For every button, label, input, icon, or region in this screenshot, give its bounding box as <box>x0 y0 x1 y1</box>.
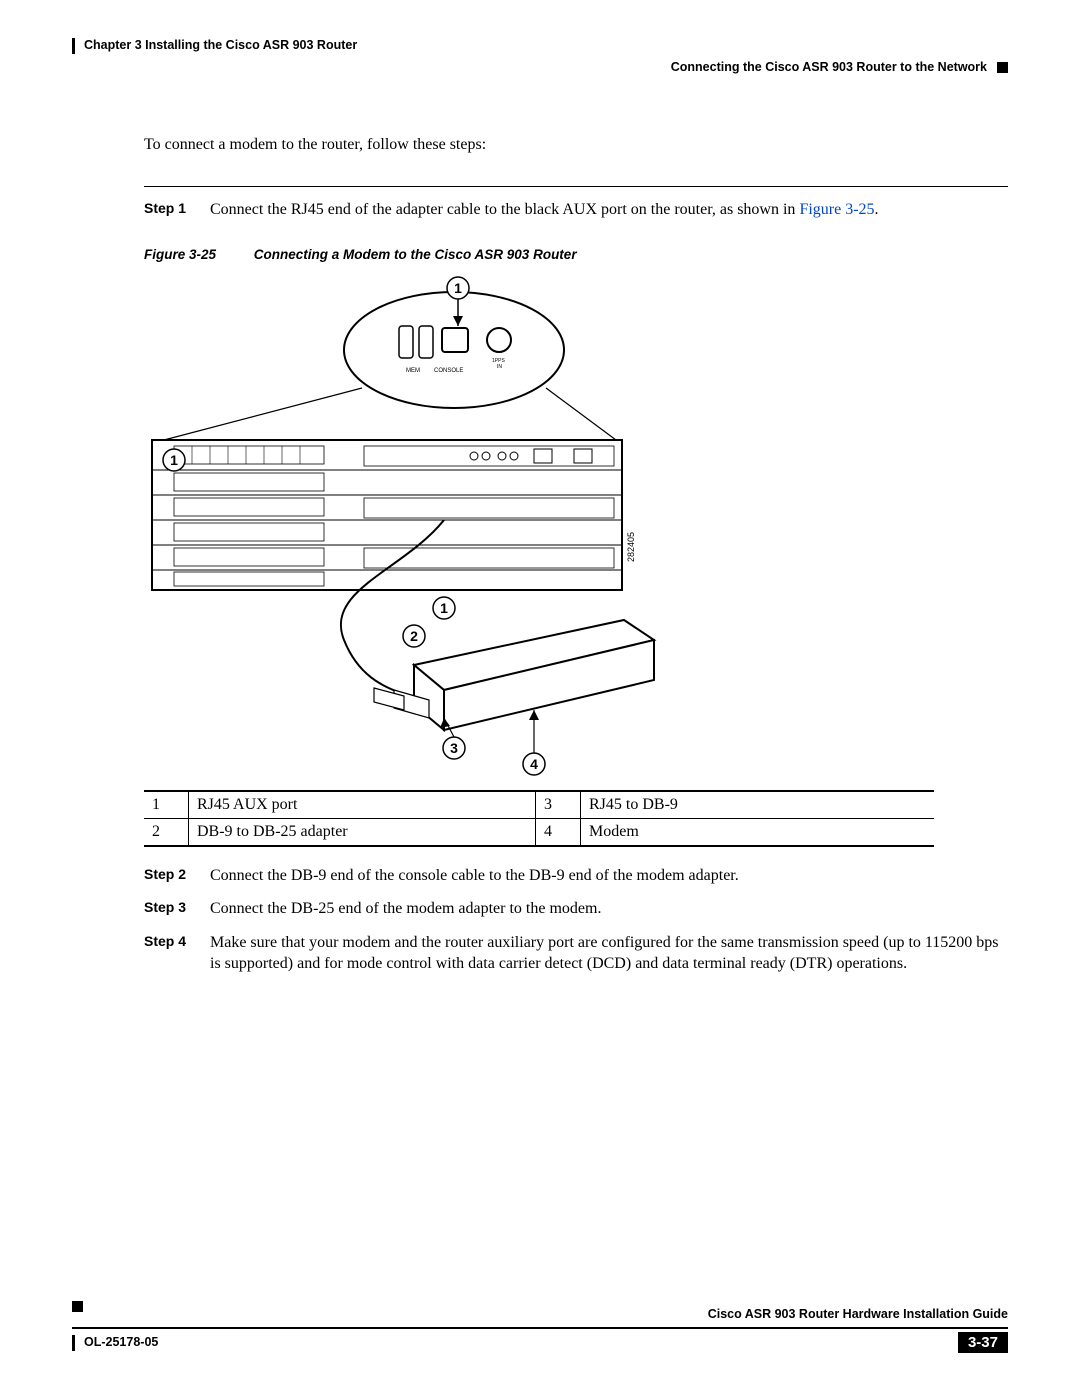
legend-desc: RJ45 to DB-9 <box>581 791 935 819</box>
figure-title: Connecting a Modem to the Cisco ASR 903 … <box>254 247 577 262</box>
footer-rule-vert <box>72 1335 75 1351</box>
svg-text:CONSOLE: CONSOLE <box>434 368 463 374</box>
legend-num: 4 <box>536 818 581 846</box>
step-label: Step 1 <box>144 199 210 216</box>
legend-desc: DB-9 to DB-25 adapter <box>189 818 536 846</box>
rule-above-steps <box>144 186 1008 187</box>
figure-diagram: MEM CONSOLE 1PPS IN 1 <box>144 270 1008 780</box>
legend-table: 1 RJ45 AUX port 3 RJ45 to DB-9 2 DB-9 to… <box>144 790 934 847</box>
svg-text:2: 2 <box>410 628 418 644</box>
step1-text-after: . <box>875 201 879 218</box>
figure-label: Figure 3-25 <box>144 247 216 262</box>
svg-text:1: 1 <box>440 600 448 616</box>
step-4: Step 4 Make sure that your modem and the… <box>144 932 1008 975</box>
doc-number: OL-25178-05 <box>84 1335 158 1349</box>
footer-square-icon <box>72 1301 83 1312</box>
footer-rule <box>72 1327 1008 1329</box>
svg-text:282405: 282405 <box>626 532 636 562</box>
page-header: Chapter 3 Installing the Cisco ASR 903 R… <box>72 36 1008 96</box>
step-1: Step 1 Connect the RJ45 end of the adapt… <box>144 199 1008 221</box>
step-label: Step 3 <box>144 898 210 915</box>
step-2: Step 2 Connect the DB-9 end of the conso… <box>144 865 1008 887</box>
legend-num: 2 <box>144 818 189 846</box>
table-row: 1 RJ45 AUX port 3 RJ45 to DB-9 <box>144 791 934 819</box>
header-rule <box>72 38 75 54</box>
section-title: Connecting the Cisco ASR 903 Router to t… <box>671 60 987 74</box>
step-text: Make sure that your modem and the router… <box>210 932 1008 975</box>
intro-text: To connect a modem to the router, follow… <box>144 136 1008 154</box>
svg-text:MEM: MEM <box>406 368 420 374</box>
step-text: Connect the RJ45 end of the adapter cabl… <box>210 199 879 221</box>
legend-num: 1 <box>144 791 189 819</box>
figure-link[interactable]: Figure 3-25 <box>799 201 874 218</box>
chapter-title: Chapter 3 Installing the Cisco ASR 903 R… <box>84 38 357 52</box>
svg-text:4: 4 <box>530 756 538 772</box>
table-row: 2 DB-9 to DB-25 adapter 4 Modem <box>144 818 934 846</box>
svg-text:1: 1 <box>170 452 178 468</box>
legend-desc: RJ45 AUX port <box>189 791 536 819</box>
svg-text:IN: IN <box>497 364 502 370</box>
step-text: Connect the DB-25 end of the modem adapt… <box>210 898 601 920</box>
step-label: Step 4 <box>144 932 210 949</box>
legend-desc: Modem <box>581 818 935 846</box>
router-modem-diagram: MEM CONSOLE 1PPS IN 1 <box>144 270 934 780</box>
svg-text:3: 3 <box>450 740 458 756</box>
step1-text-before: Connect the RJ45 end of the adapter cabl… <box>210 201 799 218</box>
step-text: Connect the DB-9 end of the console cabl… <box>210 865 739 887</box>
step-label: Step 2 <box>144 865 210 882</box>
svg-text:1: 1 <box>454 280 462 296</box>
legend-num: 3 <box>536 791 581 819</box>
header-square-icon <box>997 62 1008 73</box>
guide-title: Cisco ASR 903 Router Hardware Installati… <box>708 1307 1008 1321</box>
figure-caption: Figure 3-25 Connecting a Modem to the Ci… <box>144 247 1008 264</box>
page-footer: Cisco ASR 903 Router Hardware Installati… <box>72 1327 1008 1359</box>
step-3: Step 3 Connect the DB-25 end of the mode… <box>144 898 1008 920</box>
page-number: 3-37 <box>958 1332 1008 1353</box>
